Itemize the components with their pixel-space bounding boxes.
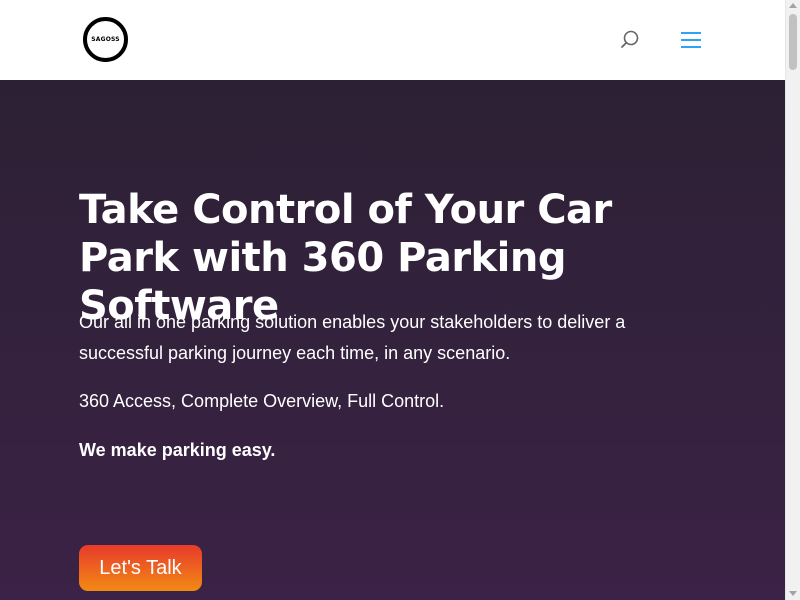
site-header: SAGOSS [0, 0, 785, 80]
logo-text: SAGOSS [91, 36, 120, 43]
logo[interactable]: SAGOSS [83, 17, 128, 62]
scroll-down-arrow-icon[interactable] [789, 591, 797, 596]
scroll-up-arrow-icon[interactable] [789, 3, 797, 8]
hero-description: Our all in one parking solution enables … [79, 312, 626, 363]
lets-talk-button[interactable]: Let's Talk [79, 545, 202, 591]
hero-strong-text: We make parking easy. [79, 440, 276, 460]
vertical-scrollbar[interactable] [785, 0, 800, 600]
page: SAGOSS Take Control of Your Car Park wit… [0, 0, 800, 600]
hero-tagline: 360 Access, Complete Overview, Full Cont… [79, 391, 445, 411]
hero-section: Take Control of Your Car Park with 360 P… [0, 80, 785, 600]
search-icon [621, 30, 639, 48]
hamburger-menu-icon [681, 32, 701, 48]
menu-button[interactable] [680, 30, 702, 50]
scrollbar-thumb[interactable] [789, 14, 797, 70]
search-button[interactable] [619, 29, 641, 51]
